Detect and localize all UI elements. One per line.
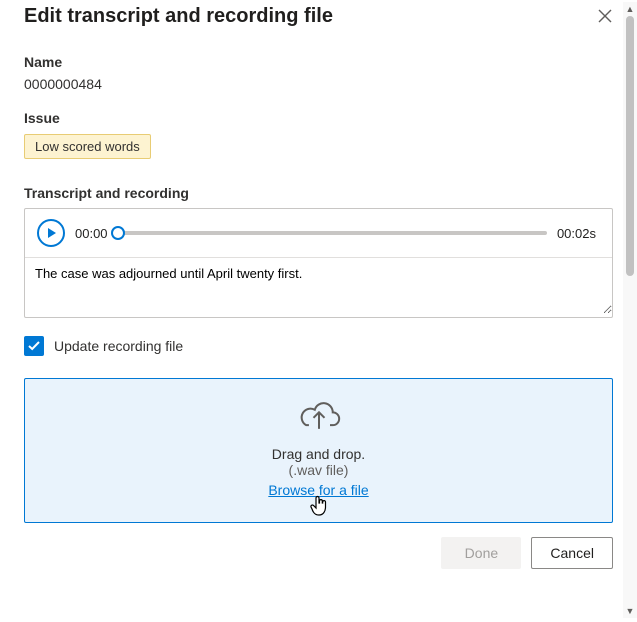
checkmark-icon <box>28 341 40 351</box>
slider-thumb[interactable] <box>111 226 125 240</box>
dialog-header: Edit transcript and recording file <box>24 0 613 44</box>
dropzone-secondary-text: (.wav file) <box>35 462 602 478</box>
audio-seek-slider[interactable] <box>118 226 547 240</box>
audio-player-bar: 00:00 00:02s <box>25 209 612 258</box>
scroll-up-arrow[interactable]: ▲ <box>623 2 637 16</box>
close-button[interactable] <box>591 2 619 30</box>
edit-transcript-dialog: Edit transcript and recording file Name … <box>0 0 637 622</box>
play-icon <box>48 228 56 238</box>
update-recording-checkbox[interactable] <box>24 336 44 356</box>
slider-track <box>118 231 547 235</box>
update-recording-row: Update recording file <box>24 336 613 356</box>
scroll-down-arrow[interactable]: ▼ <box>623 604 637 618</box>
dialog-title: Edit transcript and recording file <box>24 5 333 28</box>
transcript-recording-box: 00:00 00:02s <box>24 208 613 318</box>
update-recording-label: Update recording file <box>54 338 183 354</box>
dialog-footer: Done Cancel <box>24 537 613 577</box>
name-value: 0000000484 <box>24 76 613 92</box>
transcript-textarea[interactable] <box>25 258 612 314</box>
cloud-upload-icon <box>297 399 341 433</box>
browse-file-link[interactable]: Browse for a file <box>268 482 368 498</box>
scroll-thumb[interactable] <box>626 16 634 276</box>
cancel-button[interactable]: Cancel <box>531 537 613 569</box>
audio-total-time: 00:02s <box>557 226 596 241</box>
done-button[interactable]: Done <box>441 537 521 569</box>
audio-current-time: 00:00 <box>75 226 108 241</box>
scroll-track[interactable] <box>623 16 637 604</box>
close-icon <box>598 9 612 23</box>
transcript-label: Transcript and recording <box>24 185 613 201</box>
play-button[interactable] <box>37 219 65 247</box>
issue-label: Issue <box>24 110 613 126</box>
file-dropzone[interactable]: Drag and drop. (.wav file) Browse for a … <box>24 378 613 523</box>
dropzone-primary-text: Drag and drop. <box>35 446 602 462</box>
vertical-scrollbar[interactable]: ▲ ▼ <box>623 2 637 618</box>
name-label: Name <box>24 54 613 70</box>
issue-badge: Low scored words <box>24 134 151 159</box>
